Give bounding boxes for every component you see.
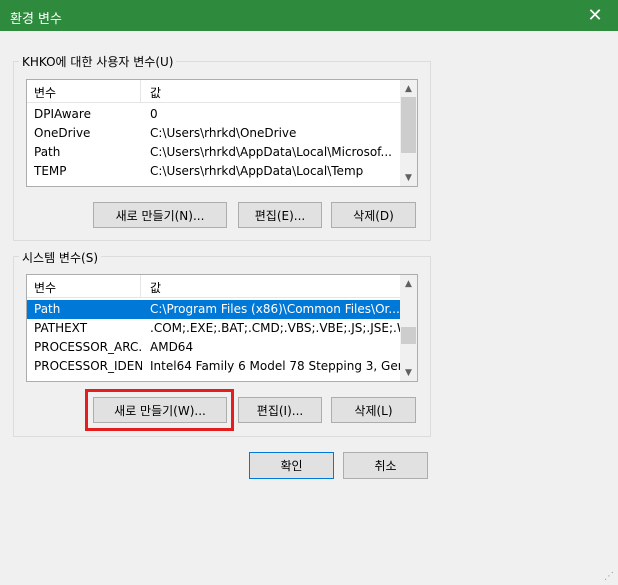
system-row-name: PROCESSOR_IDEN... xyxy=(34,359,142,373)
user-row-name: OneDrive xyxy=(34,126,91,140)
user-row-value: 0 xyxy=(150,107,158,121)
window-title: 환경 변수 xyxy=(10,12,62,27)
user-row-name: TEMP xyxy=(34,164,67,178)
scroll-up-icon[interactable]: ▲ xyxy=(400,80,417,97)
system-variables-label: 시스템 변수(S) xyxy=(19,249,101,266)
system-new-button[interactable]: 새로 만들기(W)... xyxy=(93,397,227,423)
system-row-processor-arch[interactable]: PROCESSOR_ARC... AMD64 xyxy=(27,338,400,357)
system-list-scrollbar[interactable]: ▲ ▼ xyxy=(400,275,417,381)
scroll-down-icon[interactable]: ▼ xyxy=(400,169,417,186)
close-button[interactable]: ✕ xyxy=(572,0,618,31)
system-row-path[interactable]: Path C:\Program Files (x86)\Common Files… xyxy=(27,300,400,319)
user-variables-label: KHKO에 대한 사용자 변수(U) xyxy=(19,53,177,70)
user-list-scrollbar[interactable]: ▲ ▼ xyxy=(400,80,417,186)
user-variables-list[interactable]: 변수 값 DPIAware 0 OneDrive C:\Users\rhrkd\… xyxy=(26,79,418,187)
system-col-value-header[interactable]: 값 xyxy=(150,279,161,296)
user-list-header: 변수 값 xyxy=(27,80,400,103)
user-scroll-thumb[interactable] xyxy=(401,97,416,153)
user-col-variable-header[interactable]: 변수 xyxy=(34,84,56,101)
user-row-value: C:\Users\rhrkd\OneDrive xyxy=(150,126,297,140)
user-delete-button[interactable]: 삭제(D) xyxy=(331,202,416,228)
user-row-name: DPIAware xyxy=(34,107,91,121)
user-col-value-header[interactable]: 값 xyxy=(150,84,161,101)
system-row-value: AMD64 xyxy=(150,340,194,354)
user-row-value: C:\Users\rhrkd\AppData\Local\Microsof... xyxy=(150,145,392,159)
ok-button[interactable]: 확인 xyxy=(249,452,334,479)
title-bar: 환경 변수 ✕ xyxy=(0,0,618,31)
system-delete-button[interactable]: 삭제(L) xyxy=(331,397,416,423)
system-row-processor-ident[interactable]: PROCESSOR_IDEN... Intel64 Family 6 Model… xyxy=(27,357,400,376)
user-row-temp[interactable]: TEMP C:\Users\rhrkd\AppData\Local\Temp xyxy=(27,162,400,181)
system-row-name: PROCESSOR_ARC... xyxy=(34,340,142,354)
system-row-value: Intel64 Family 6 Model 78 Stepping 3, Ge… xyxy=(150,359,400,373)
user-row-dpiaware[interactable]: DPIAware 0 xyxy=(27,105,400,124)
system-scroll-thumb[interactable] xyxy=(401,327,416,344)
cancel-button[interactable]: 취소 xyxy=(343,452,428,479)
system-row-pathext[interactable]: PATHEXT .COM;.EXE;.BAT;.CMD;.VBS;.VBE;.J… xyxy=(27,319,400,338)
system-row-name: Path xyxy=(34,302,61,316)
scroll-up-icon[interactable]: ▲ xyxy=(400,275,417,292)
system-col-variable-header[interactable]: 변수 xyxy=(34,279,56,296)
user-new-button[interactable]: 새로 만들기(N)... xyxy=(93,202,227,228)
resize-grip-icon[interactable]: ⋰ xyxy=(604,571,616,583)
system-edit-button[interactable]: 편집(I)... xyxy=(238,397,322,423)
system-row-name: PATHEXT xyxy=(34,321,88,335)
system-variables-list[interactable]: 변수 값 Path C:\Program Files (x86)\Common … xyxy=(26,274,418,382)
system-list-header: 변수 값 xyxy=(27,275,400,298)
user-row-path[interactable]: Path C:\Users\rhrkd\AppData\Local\Micros… xyxy=(27,143,400,162)
user-row-onedrive[interactable]: OneDrive C:\Users\rhrkd\OneDrive xyxy=(27,124,400,143)
system-row-value: .COM;.EXE;.BAT;.CMD;.VBS;.VBE;.JS;.JSE;.… xyxy=(150,321,400,335)
scroll-down-icon[interactable]: ▼ xyxy=(400,364,417,381)
user-row-value: C:\Users\rhrkd\AppData\Local\Temp xyxy=(150,164,364,178)
user-edit-button[interactable]: 편집(E)... xyxy=(238,202,322,228)
system-row-value: C:\Program Files (x86)\Common Files\Or..… xyxy=(150,302,400,316)
close-icon: ✕ xyxy=(587,5,603,26)
user-row-name: Path xyxy=(34,145,61,159)
